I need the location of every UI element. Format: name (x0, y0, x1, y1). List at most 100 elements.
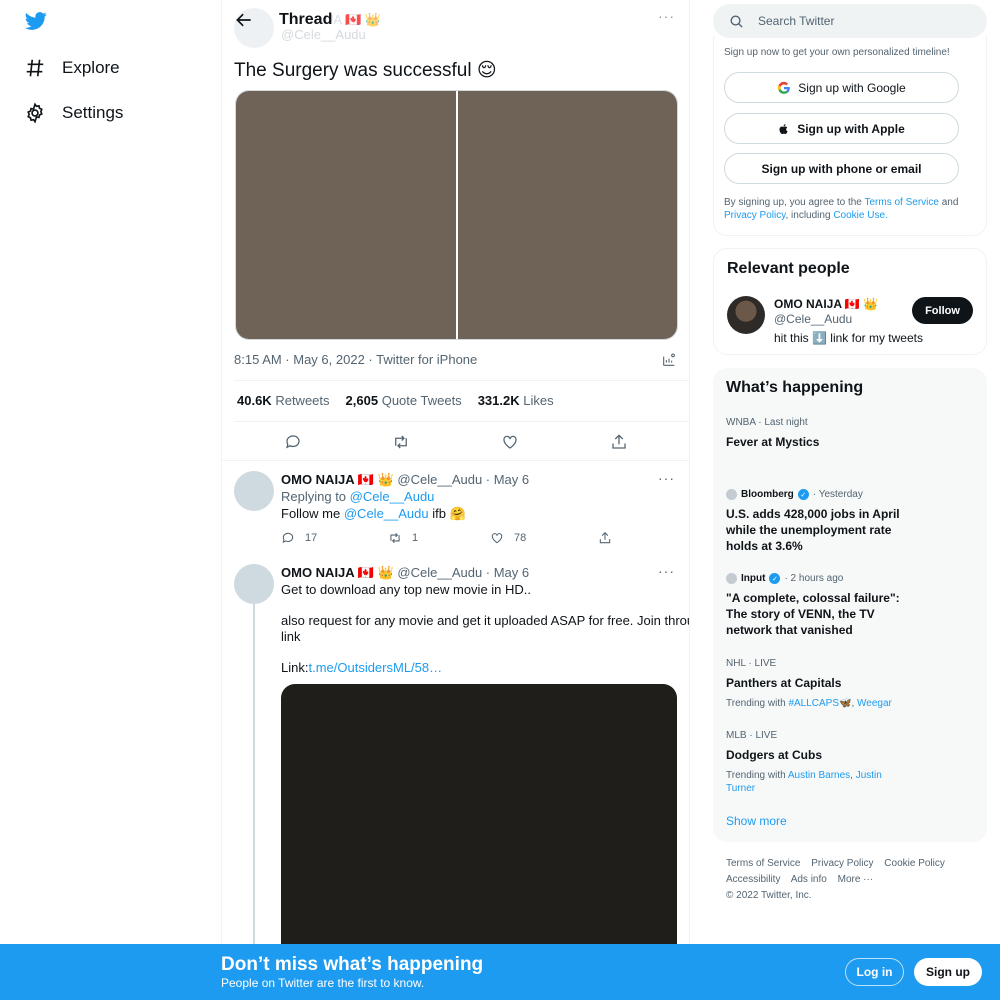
terms-of-service-link[interactable]: Terms of Service (864, 197, 938, 208)
divider (234, 421, 689, 422)
person-handle: @Cele__Audu (774, 312, 853, 326)
trend-source: Bloomberg (741, 489, 794, 500)
trend-item[interactable]: Input ✓ · 2 hours ago "A complete, colossa… (726, 573, 976, 638)
likes-label: Likes (523, 393, 554, 408)
external-link[interactable]: t.me/OutsidersML/58… (308, 660, 442, 675)
source-avatar (726, 573, 737, 584)
replying-to: Replying to @Cele__Audu (281, 489, 434, 504)
trending-with-link[interactable]: Austin Barnes (788, 770, 850, 781)
nav-explore[interactable]: Explore (24, 57, 120, 79)
quote-tweets-label: Quote Tweets (381, 393, 462, 408)
share-icon (599, 532, 611, 544)
show-more-link[interactable]: Show more (726, 814, 787, 828)
retweets-count: 40.6K (237, 393, 272, 408)
avatar[interactable] (234, 471, 274, 511)
more-options-icon[interactable]: ··· (658, 563, 675, 579)
trending-with-link[interactable]: #ALLCAPS🦋 (788, 698, 851, 709)
whats-happening-card: What’s happening WNBA · Last night Fever… (713, 368, 987, 842)
hashtag-icon (26, 59, 44, 77)
person-bio: hit this ⬇️ link for my tweets (774, 331, 923, 345)
follow-button[interactable]: Follow (912, 297, 973, 324)
relevant-people-title: Relevant people (727, 260, 850, 277)
reply-count: 17 (305, 532, 318, 544)
replying-to-link[interactable]: @Cele__Audu (350, 489, 435, 504)
tweet-media[interactable] (235, 90, 678, 340)
signup-terms: By signing up, you agree to the Terms of… (724, 196, 974, 222)
retweet-action[interactable]: 1 (388, 531, 418, 545)
quote-tweets-stat[interactable]: 2,605 Quote Tweets (346, 393, 462, 408)
trending-with-link[interactable]: Weegar (857, 698, 892, 709)
signup-button[interactable]: Sign up (914, 958, 982, 986)
like-action[interactable]: 78 (490, 531, 526, 545)
signup-apple-button[interactable]: Sign up with Apple (724, 113, 959, 144)
reply-handle: @Cele__Audu · May 6 (397, 565, 530, 580)
tweet-actions (234, 431, 689, 453)
retweet-icon[interactable] (392, 433, 410, 451)
reply-author-name[interactable]: OMO NAIJA 🇨🇦 👑 (281, 472, 394, 487)
mention-link[interactable]: @Cele__Audu (344, 506, 429, 521)
footer-link[interactable]: More ··· (838, 874, 874, 885)
trend-time: · 2 hours ago (784, 573, 844, 584)
search-input[interactable]: Search Twitter (713, 4, 987, 38)
reply-header: OMO NAIJA 🇨🇦 👑 @Cele__Audu · May 6 (281, 565, 529, 581)
retweets-stat[interactable]: 40.6K Retweets (237, 393, 330, 408)
page-title: Thread (279, 11, 333, 28)
terms-text: and (938, 197, 959, 208)
reply-action[interactable]: 17 (281, 531, 317, 545)
trend-item[interactable]: Bloomberg ✓ · Yesterday U.S. adds 428,000 … (726, 489, 976, 554)
reply-icon[interactable] (284, 433, 302, 451)
signup-phone-button[interactable]: Sign up with phone or email (724, 153, 959, 184)
reply-text-a: Follow me (281, 506, 344, 521)
likes-stat[interactable]: 331.2K Likes (478, 393, 554, 408)
footer-link[interactable]: Terms of Service (726, 858, 800, 869)
share-action[interactable] (598, 531, 612, 545)
nav-settings[interactable]: Settings (24, 102, 123, 124)
signup-phone-label: Sign up with phone or email (761, 161, 922, 176)
person-name[interactable]: OMO NAIJA 🇨🇦 👑 (774, 297, 878, 311)
reply-author-name[interactable]: OMO NAIJA 🇨🇦 👑 (281, 565, 394, 580)
trend-item[interactable]: NHL · LIVE Panthers at Capitals Trending… (726, 658, 976, 710)
trend-context: Bloomberg ✓ · Yesterday (726, 489, 976, 500)
more-options-icon[interactable]: ··· (658, 470, 675, 486)
privacy-policy-link[interactable]: Privacy Policy (724, 210, 786, 221)
avatar[interactable] (727, 296, 765, 334)
footer-link[interactable]: Accessibility (726, 874, 780, 885)
twitter-bird-icon[interactable] (24, 10, 48, 32)
trend-context: NHL · LIVE (726, 658, 777, 669)
apple-icon (779, 123, 788, 134)
back-arrow-icon[interactable] (234, 10, 254, 30)
cookie-use-link[interactable]: Cookie Use. (833, 210, 887, 221)
tweet-image-left[interactable] (236, 91, 456, 339)
verified-badge-icon: ✓ (797, 489, 809, 500)
trend-item[interactable]: MLB · LIVE Dodgers at Cubs Trending with… (726, 730, 976, 795)
avatar[interactable] (234, 564, 274, 604)
trend-source: Input (741, 573, 766, 584)
trend-time: · Yesterday (812, 489, 863, 500)
reply-link-line: Link:t.me/OutsidersML/58… (281, 660, 442, 675)
footer-link[interactable]: Privacy Policy (811, 858, 873, 869)
nav-explore-label: Explore (62, 58, 120, 77)
signup-google-button[interactable]: Sign up with Google (724, 72, 959, 103)
thread-connector (253, 604, 255, 1000)
more-options-icon[interactable]: ··· (658, 8, 675, 24)
trend-title: Fever at Mystics (726, 435, 820, 449)
trend-title: "A complete, colossal failure": The stor… (726, 591, 900, 637)
footer-link[interactable]: Ads info (791, 874, 827, 885)
tweet-image-right[interactable] (457, 91, 677, 339)
reply-text-line: link (281, 629, 301, 644)
trend-context: Input ✓ · 2 hours ago (726, 573, 976, 584)
signup-google-label: Sign up with Google (798, 80, 906, 95)
google-icon (778, 81, 791, 94)
verified-badge-icon: ✓ (769, 573, 781, 584)
analytics-icon[interactable] (661, 352, 677, 368)
trend-context: WNBA · Last night (726, 417, 808, 428)
signup-apple-label: Sign up with Apple (797, 121, 905, 136)
like-icon[interactable] (501, 433, 519, 451)
login-button[interactable]: Log in (845, 958, 904, 986)
relevant-people-card: Relevant people OMO NAIJA 🇨🇦 👑 @Cele__Au… (713, 248, 987, 355)
trend-item[interactable]: WNBA · Last night Fever at Mystics (726, 417, 976, 450)
link-prefix: Link: (281, 660, 309, 675)
footer-link[interactable]: Cookie Policy (884, 858, 945, 869)
share-icon[interactable] (610, 433, 628, 451)
scrolled-name: UA 🇨🇦 👑 (324, 12, 381, 27)
